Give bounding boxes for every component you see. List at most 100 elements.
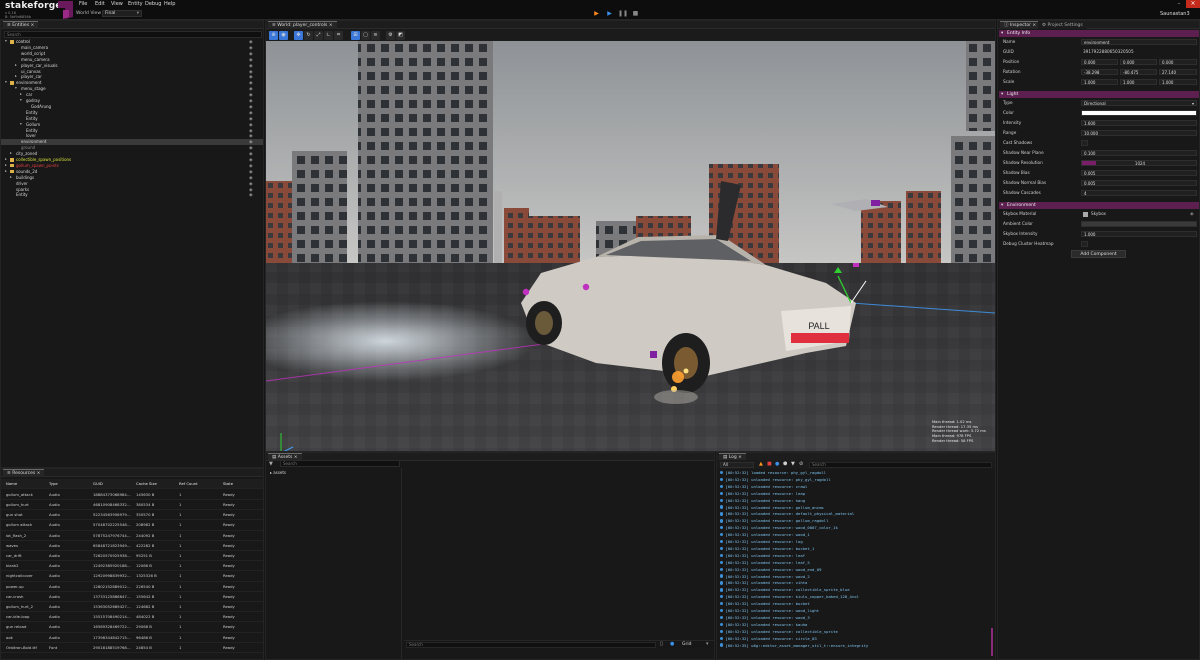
visibility-icon[interactable]: ◉ xyxy=(249,192,253,198)
rotation-y-field[interactable]: -80.475 xyxy=(1120,68,1157,76)
log-entry[interactable]: [00:52:32] unloaded resource: circle_03 xyxy=(720,636,990,643)
column-header[interactable]: State xyxy=(223,479,233,489)
menu-view[interactable]: View xyxy=(111,1,123,8)
view-mode-select[interactable]: Grid xyxy=(682,642,691,647)
log-entry[interactable]: [00:52:32] unloaded resource: wood_0007_… xyxy=(720,525,990,532)
assets-search-input[interactable]: Search xyxy=(280,460,400,467)
table-row[interactable]: gollum_attack Audio 18884373068984… 145630 … xyxy=(1,490,263,500)
assets-root-item[interactable]: ▸ assets xyxy=(270,470,286,475)
menu-file[interactable]: File xyxy=(79,1,87,8)
assets-footer-search[interactable]: Search xyxy=(406,642,656,648)
table-row[interactable]: gollum_hurt Audio 46810908468332… 380534 B 1… xyxy=(1,500,263,511)
menu-edit[interactable]: Edit xyxy=(95,1,105,8)
log-filter-select[interactable]: All xyxy=(720,461,754,468)
log-entry[interactable]: [00:52:32] unloaded resource: bucket_1 xyxy=(720,546,990,553)
stop-icon[interactable]: ■ xyxy=(631,10,640,18)
scale-y-field[interactable]: 1.000 xyxy=(1120,78,1157,86)
scale-x-field[interactable]: 1.000 xyxy=(1081,78,1118,86)
log-entry[interactable]: [00:52:32] unloaded resource: wood_1 xyxy=(720,532,990,539)
play-from-start-icon[interactable]: ▶ xyxy=(605,10,614,18)
light-type-select[interactable]: Directional ▾ xyxy=(1081,99,1197,107)
log-entry[interactable]: [00:52:32] unloaded resource: vihta xyxy=(720,580,990,587)
log-entry[interactable]: [00:52:32] unloaded resource: gollum_rag… xyxy=(720,518,990,525)
scale-tool-icon[interactable]: ⤢ xyxy=(314,30,323,40)
log-entry[interactable]: [00:52:32] unloaded resource: kiulu_copp… xyxy=(720,594,990,601)
global-local-icon[interactable]: ◉ xyxy=(279,30,288,40)
column-header[interactable]: Name xyxy=(6,479,17,489)
table-row[interactable]: ook Audio 17398344842715… 96486 B 1 Ready xyxy=(1,633,263,643)
menu-entity[interactable]: Entity xyxy=(128,1,143,8)
log-entry[interactable]: [00:52:32] unloaded resource: wood_end_0… xyxy=(720,567,990,574)
trace-icon[interactable]: ▼ xyxy=(791,461,795,467)
rect-tool-icon[interactable]: ∟ xyxy=(324,30,333,40)
log-entry[interactable]: [00:52:32] unloaded resource: log xyxy=(720,539,990,546)
tree-item[interactable]: Entity ◉ xyxy=(1,192,263,198)
log-entry[interactable]: [00:52:32] unloaded resource: default_ph… xyxy=(720,511,990,518)
debug-heatmap-checkbox[interactable] xyxy=(1081,240,1088,248)
column-header[interactable]: Ref Count xyxy=(179,479,198,489)
log-entry[interactable]: [00:52:32] unloaded resource: bucket xyxy=(720,601,990,608)
camera-settings-icon[interactable]: ⚙ xyxy=(386,30,395,40)
shadow-resolution-slider[interactable]: 1024 xyxy=(1081,159,1197,167)
close-icon[interactable]: × xyxy=(1186,0,1200,8)
log-entry[interactable]: [00:52:32] loaded resource: phy_gyl_ragd… xyxy=(720,470,990,477)
grid-toggle-icon[interactable]: ⊞ xyxy=(351,30,360,40)
table-row[interactable]: lot_flash_2 Audio 57875247976744… 244092 B 1… xyxy=(1,531,263,541)
table-row[interactable]: car-idle-loop Audio 15515706490214… 484022 … xyxy=(1,612,263,623)
filter-icon[interactable]: ▼ xyxy=(269,461,273,467)
log-entry[interactable]: [00:52:32] unloaded resource: leaf_5 xyxy=(720,560,990,567)
skybox-value[interactable]: Skybox xyxy=(1091,209,1106,219)
light-section[interactable]: Light xyxy=(999,91,1199,98)
table-row[interactable]: car-crash Audio 13733125886647… 155642 B 1 Re… xyxy=(1,592,263,602)
column-header[interactable]: Type xyxy=(49,479,58,489)
log-entry[interactable]: [00:52:32] unloaded resource: hang xyxy=(720,498,990,505)
range-field[interactable]: 10.000 xyxy=(1081,129,1197,137)
ambient-color-swatch[interactable] xyxy=(1081,220,1197,228)
log-entry[interactable]: [00:52:32] unloaded resource: gollum_ani… xyxy=(720,505,990,512)
log-entry[interactable]: [00:52:32] unloaded resource: kauha xyxy=(720,622,990,629)
intensity-field[interactable]: 1.600 xyxy=(1081,119,1197,127)
log-entry[interactable]: [00:52:32] unloaded resource: wood_3 xyxy=(720,615,990,622)
tab-resources[interactable]: ≡ Resources × xyxy=(3,469,45,477)
table-row[interactable]: Orbitron-Bold.ttf Font 29018188519768… 2485… xyxy=(1,643,263,653)
table-row[interactable]: gollum_hurt_2 Audio 15363052689427… 124682 … xyxy=(1,602,263,613)
column-header[interactable]: Cache Size xyxy=(136,479,157,489)
bounds-toggle-icon[interactable]: ≋ xyxy=(371,30,380,40)
entities-search-input[interactable]: Search xyxy=(4,31,262,38)
menu-debug[interactable]: Debug xyxy=(145,1,161,8)
table-row[interactable]: gun reload Audio 16569328469722… 29068 B 1 Re… xyxy=(1,622,263,633)
entity-info-section[interactable]: Entity Info xyxy=(999,30,1199,37)
clear-icon[interactable]: ⊘ xyxy=(799,461,803,467)
shadow-bias-field[interactable]: 0.005 xyxy=(1081,169,1197,177)
tab-entities[interactable]: ≡ Entities × xyxy=(3,21,39,29)
select-tool-icon[interactable]: ⊕ xyxy=(269,30,278,40)
folder-icon[interactable]: ● xyxy=(670,641,674,647)
table-row[interactable]: nightcallcover Audio 12920998839932… 132532… xyxy=(1,571,263,582)
add-component-button[interactable]: Add Component xyxy=(1071,250,1126,258)
rotate-tool-icon[interactable]: ↻ xyxy=(304,30,313,40)
log-entry[interactable]: [00:52:32] unloaded resource: phy_gyl_ra… xyxy=(720,477,990,484)
shadow-cascades-field[interactable]: 4 xyxy=(1081,189,1197,197)
environment-section[interactable]: Environment xyxy=(999,202,1199,209)
position-y-field[interactable]: 0.000 xyxy=(1120,58,1157,66)
log-search-input[interactable]: Search xyxy=(809,461,992,468)
shadow-normal-field[interactable]: 0.005 xyxy=(1081,179,1197,187)
debug-icon[interactable]: ⬢ xyxy=(783,461,787,467)
cast-shadows-checkbox[interactable] xyxy=(1081,139,1088,147)
minimize-icon[interactable]: – xyxy=(1172,0,1186,8)
stats-toggle-icon[interactable]: ◩ xyxy=(396,30,405,40)
error-icon[interactable]: ■ xyxy=(767,461,772,467)
position-z-field[interactable]: 0.000 xyxy=(1159,58,1197,66)
gizmo-toggle-icon[interactable]: ▢ xyxy=(361,30,370,40)
rotation-z-field[interactable]: 27.140 xyxy=(1159,68,1197,76)
log-entry[interactable]: [00:52:32] unloaded resource: wood_2 xyxy=(720,574,990,581)
scene-view[interactable]: PALL xyxy=(266,41,995,451)
table-row[interactable]: power-up Audio 12802152889012… 226540 B 1 Rea… xyxy=(1,582,263,592)
table-row[interactable]: klank2 Audio 12492385920188… 12066 B 1 Ready xyxy=(1,561,263,572)
log-entry[interactable]: [00:52:32] unloaded resource: collectibl… xyxy=(720,587,990,594)
warning-icon[interactable]: ▲ xyxy=(759,461,763,467)
log-entry[interactable]: [00:52:32] unloaded resource: leaf xyxy=(720,553,990,560)
log-entry[interactable]: [00:52:35] u6g::editor_asset_manager_uti… xyxy=(720,643,990,650)
log-entry[interactable]: [00:52:32] unloaded resource: collectibl… xyxy=(720,629,990,636)
info-icon[interactable]: ● xyxy=(775,461,779,467)
